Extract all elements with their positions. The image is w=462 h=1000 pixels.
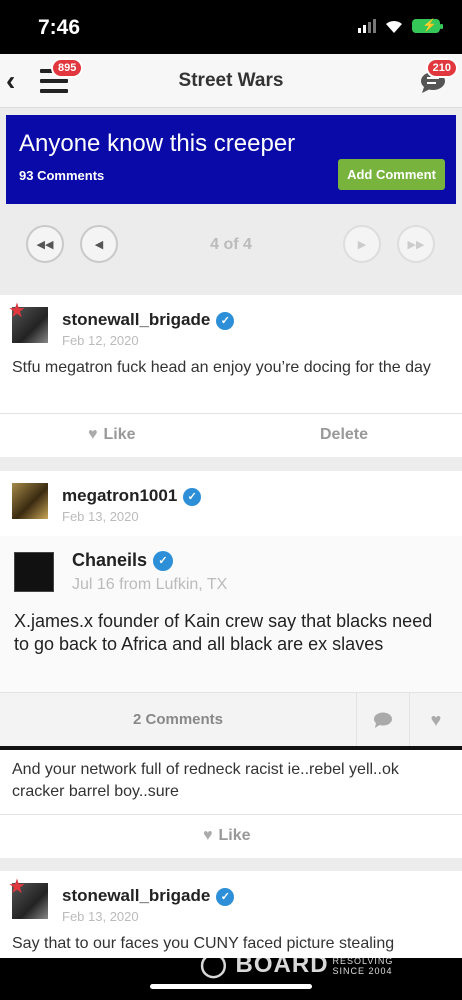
post-actions: ♥ Like Delete (0, 413, 462, 457)
post-username[interactable]: stonewall_brigade ✓ (62, 886, 235, 906)
status-time: 7:46 (38, 16, 81, 39)
comments-link[interactable]: 2 Comments (0, 711, 356, 728)
divider (0, 746, 462, 750)
home-indicator[interactable] (150, 984, 312, 989)
shared-post-text: X.james.x founder of Kain crew say that … (14, 611, 433, 654)
delete-button[interactable]: Delete (320, 426, 368, 444)
verified-icon: ✓ (183, 487, 202, 506)
status-icons: ⚡ (358, 18, 443, 34)
shared-post-username[interactable]: Chaneils ✓ (72, 550, 174, 572)
page-indicator: 4 of 4 (210, 236, 252, 253)
watermark: ◯ BOARD RESOLVING SINCE 2004 (200, 951, 394, 978)
page-title: Street Wars (178, 70, 284, 91)
heart-icon: ♥ (203, 827, 213, 844)
shared-post-actions: 2 Comments ♥ (0, 692, 462, 747)
comment-count[interactable]: 93 Comments (19, 168, 104, 183)
avatar[interactable] (14, 552, 54, 592)
verified-icon: ✓ (216, 887, 235, 906)
like-button[interactable]: ♥ Like (88, 426, 136, 444)
wifi-icon (386, 20, 402, 33)
thread-banner: Anyone know this creeper 93 Comments Add… (6, 115, 456, 204)
battery-icon: ⚡ (412, 18, 443, 33)
shared-post-meta: Jul 16 from Lufkin, TX (72, 576, 228, 593)
last-page-button[interactable]: ▶▶ (397, 225, 435, 263)
shared-post[interactable]: Chaneils ✓ Jul 16 from Lufkin, TX X.james… (0, 536, 462, 692)
like-button[interactable]: ♥ Like (203, 827, 251, 845)
star-icon: ★ (8, 300, 26, 322)
avatar[interactable] (12, 483, 48, 519)
post-username[interactable]: stonewall_brigade ✓ (62, 310, 235, 330)
star-icon: ★ (8, 876, 26, 898)
post-text: Stfu megatron fuck head an enjoy you’re … (12, 359, 431, 376)
signal-icon (358, 19, 376, 33)
post-actions: ♥ Like (0, 814, 462, 858)
verified-icon: ✓ (216, 311, 235, 330)
status-bar: 7:46 ⚡ (0, 0, 462, 54)
post-username[interactable]: megatron1001 ✓ (62, 486, 202, 506)
chat-badge: 210 (425, 58, 458, 78)
heart-icon[interactable]: ♥ (409, 693, 462, 747)
post-card: ★ stonewall_brigade ✓ Feb 12, 2020 Stfu m… (0, 295, 462, 457)
add-comment-button[interactable]: Add Comment (338, 159, 445, 190)
verified-icon: ✓ (153, 551, 174, 572)
comment-icon[interactable] (356, 693, 409, 747)
post-date: Feb 12, 2020 (62, 333, 139, 348)
post-date: Feb 13, 2020 (62, 509, 139, 524)
pager: ◀◀ ◀ 4 of 4 ▶ ▶▶ (0, 205, 462, 285)
nav-bar: ‹ 895 Street Wars 210 (0, 54, 462, 108)
next-page-button[interactable]: ▶ (343, 225, 381, 263)
post-card: ★ stonewall_brigade ✓ Feb 13, 2020 Say th… (0, 871, 462, 961)
post-text: And your network full of redneck racist … (12, 761, 399, 800)
heart-icon: ♥ (88, 426, 98, 443)
post-date: Feb 13, 2020 (62, 909, 139, 924)
thread-title: Anyone know this creeper (19, 130, 296, 157)
